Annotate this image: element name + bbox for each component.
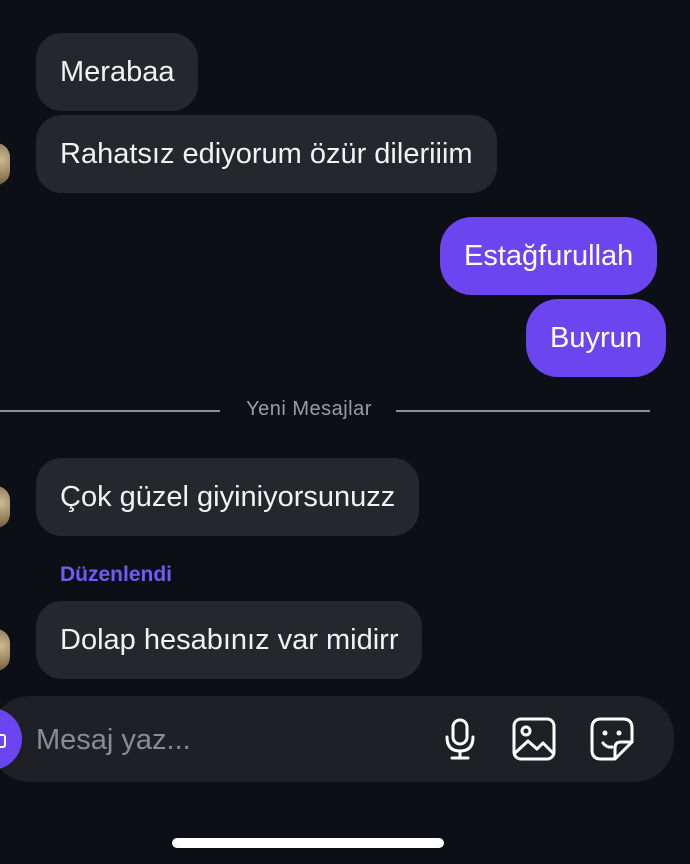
sender-avatar[interactable] [0,143,10,185]
edited-label: Düzenlendi [60,563,173,586]
chat-screen: Merabaa Rahatsız ediyorum özür dileriiim… [0,0,690,864]
divider-line-right [396,410,650,412]
image-icon [512,717,556,761]
voice-message-button[interactable] [436,715,484,763]
new-messages-divider-label: Yeni Mesajlar [246,398,372,420]
outgoing-message[interactable]: Estağfurullah [440,217,658,295]
message-input[interactable] [36,720,416,760]
sticker-icon [590,717,634,761]
home-indicator [172,838,444,848]
microphone-icon [445,718,475,760]
sticker-button[interactable] [588,715,636,763]
incoming-message[interactable]: Merabaa [36,33,199,111]
message-composer [0,696,674,782]
camera-button[interactable] [0,708,22,770]
outgoing-message[interactable]: Buyrun [526,299,666,377]
gallery-button[interactable] [510,715,558,763]
incoming-message[interactable]: Çok güzel giyiniyorsunuzz [36,458,420,536]
incoming-message[interactable]: Rahatsız ediyorum özür dileriiim [36,115,497,193]
sender-avatar[interactable] [0,629,10,671]
incoming-message[interactable]: Dolap hesabınız var midirr [36,601,423,679]
sender-avatar[interactable] [0,486,10,528]
divider-line-left [0,410,220,412]
